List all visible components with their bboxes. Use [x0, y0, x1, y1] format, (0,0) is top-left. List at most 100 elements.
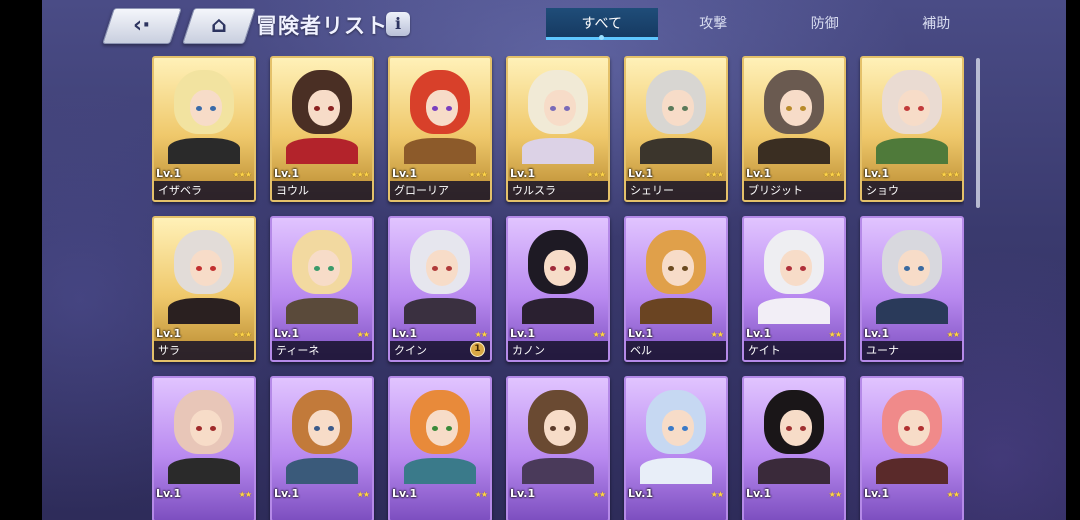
portrait-eye: [446, 266, 452, 271]
adventurer-card[interactable]: Lv.1 ★★★ シェリー: [624, 56, 728, 202]
portrait-face: [898, 90, 930, 126]
portrait-face: [426, 250, 458, 286]
home-button[interactable]: ⌂: [182, 8, 256, 44]
adventurer-card[interactable]: Lv.1 ★★: [860, 376, 964, 520]
star-rating: ★★★: [232, 330, 251, 339]
adventurer-card[interactable]: Lv.1 ★★: [506, 376, 610, 520]
adventurer-card[interactable]: Lv.1 ★★ ベル: [624, 216, 728, 362]
portrait-outfit: [522, 458, 594, 484]
info-button[interactable]: i: [386, 12, 410, 36]
level-label: Lv.1: [746, 487, 772, 500]
character-portrait: [396, 226, 484, 324]
portrait-eye: [210, 426, 216, 431]
portrait-face: [780, 90, 812, 126]
adventurer-card[interactable]: Lv.1 ★★: [270, 376, 374, 520]
portrait-eye: [786, 426, 792, 431]
portrait-eye: [668, 106, 674, 111]
adventurer-card[interactable]: Lv.1 ★★: [742, 376, 846, 520]
portrait-eye: [668, 266, 674, 271]
star-rating: ★★★: [232, 170, 251, 179]
portrait-face: [780, 250, 812, 286]
level-label: Lv.1: [628, 327, 654, 340]
adventurer-card[interactable]: Lv.1 ★★: [152, 376, 256, 520]
adventurer-card[interactable]: Lv.1 ★★ ユーナ: [860, 216, 964, 362]
adventurer-card[interactable]: Lv.1 ★★ ケイト: [742, 216, 846, 362]
adventurer-card[interactable]: Lv.1 ★★: [388, 376, 492, 520]
portrait-eye: [564, 106, 570, 111]
portrait-eye: [682, 426, 688, 431]
character-portrait: [278, 386, 366, 484]
portrait-outfit: [168, 458, 240, 484]
character-portrait: [396, 386, 484, 484]
tab-support[interactable]: 補助: [881, 8, 993, 40]
level-label: Lv.1: [864, 487, 890, 500]
character-portrait: [868, 226, 956, 324]
star-rating: ★★: [238, 490, 252, 499]
character-name: シェリー: [626, 181, 726, 200]
portrait-eye: [314, 426, 320, 431]
adventurer-card[interactable]: Lv.1 ★★★ イザベラ: [152, 56, 256, 202]
portrait-outfit: [640, 298, 712, 324]
star-rating: ★★: [710, 490, 724, 499]
character-name: カノン: [508, 341, 608, 360]
character-portrait: [514, 226, 602, 324]
star-rating: ★★★: [704, 170, 723, 179]
character-name: ショウ: [862, 181, 962, 200]
adventurer-card[interactable]: Lv.1 ★★ カノン: [506, 216, 610, 362]
adventurer-card[interactable]: Lv.1 ★★★ ブリジット: [742, 56, 846, 202]
portrait-eye: [668, 426, 674, 431]
star-rating: ★★: [592, 490, 606, 499]
level-label: Lv.1: [274, 167, 300, 180]
character-name: ウルスラ: [508, 181, 608, 200]
star-rating: ★★★: [350, 170, 369, 179]
star-rating: ★★: [828, 330, 842, 339]
portrait-eye: [918, 106, 924, 111]
scrollbar[interactable]: [976, 58, 980, 208]
portrait-eye: [446, 426, 452, 431]
portrait-eye: [918, 426, 924, 431]
filter-tabs: すべて 攻撃 防御 補助: [546, 8, 992, 40]
portrait-eye: [918, 266, 924, 271]
character-portrait: [514, 66, 602, 164]
character-portrait: [750, 66, 838, 164]
adventurer-card[interactable]: Lv.1 ★★ ティーネ: [270, 216, 374, 362]
adventurer-card[interactable]: Lv.1 ★★★ サラ: [152, 216, 256, 362]
portrait-eye: [432, 426, 438, 431]
portrait-face: [308, 410, 340, 446]
portrait-outfit: [758, 458, 830, 484]
star-rating: ★★★: [586, 170, 605, 179]
back-button[interactable]: ‹·: [102, 8, 182, 44]
portrait-face: [898, 250, 930, 286]
adventurer-card[interactable]: Lv.1 ★★★ グローリア: [388, 56, 492, 202]
portrait-outfit: [168, 298, 240, 324]
character-portrait: [514, 386, 602, 484]
tab-attack[interactable]: 攻撃: [658, 8, 770, 40]
portrait-eye: [564, 266, 570, 271]
portrait-eye: [196, 426, 202, 431]
portrait-eye: [446, 106, 452, 111]
portrait-outfit: [640, 458, 712, 484]
character-name: イザベラ: [154, 181, 254, 200]
adventurer-card[interactable]: Lv.1 ★★ クイン 1: [388, 216, 492, 362]
portrait-eye: [904, 426, 910, 431]
character-name: ヨウル: [272, 181, 372, 200]
portrait-eye: [314, 106, 320, 111]
portrait-eye: [904, 106, 910, 111]
adventurer-card[interactable]: Lv.1 ★★★ ヨウル: [270, 56, 374, 202]
portrait-face: [190, 90, 222, 126]
adventurer-card[interactable]: Lv.1 ★★: [624, 376, 728, 520]
portrait-outfit: [286, 458, 358, 484]
portrait-eye: [800, 426, 806, 431]
portrait-eye: [328, 106, 334, 111]
star-rating: ★★: [474, 330, 488, 339]
character-name: グローリア: [390, 181, 490, 200]
portrait-eye: [432, 106, 438, 111]
portrait-eye: [786, 106, 792, 111]
tab-defense[interactable]: 防御: [769, 8, 881, 40]
adventurer-card[interactable]: Lv.1 ★★★ ウルスラ: [506, 56, 610, 202]
tab-all[interactable]: すべて: [546, 8, 658, 40]
adventurer-card[interactable]: Lv.1 ★★★ ショウ: [860, 56, 964, 202]
level-label: Lv.1: [510, 327, 536, 340]
character-portrait: [278, 226, 366, 324]
character-name: ブリジット: [744, 181, 844, 200]
